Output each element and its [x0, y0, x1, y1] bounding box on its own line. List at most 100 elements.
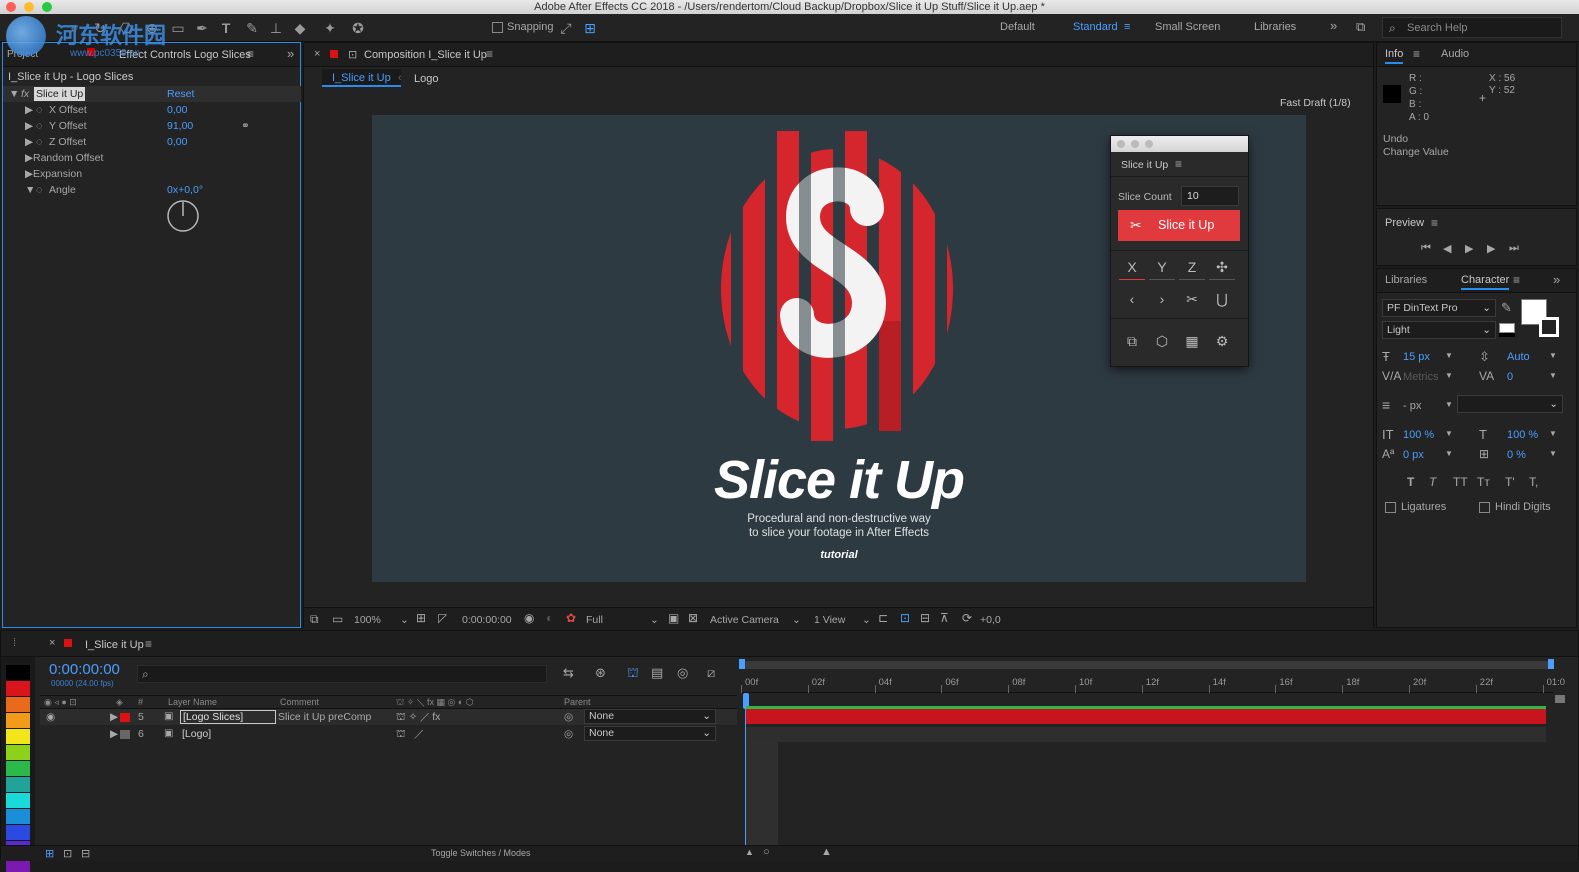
eraser-tool-icon[interactable]: ◆	[290, 18, 310, 38]
type-tool-icon[interactable]: T	[216, 18, 236, 38]
zoom-slider-handle[interactable]: ○	[763, 846, 770, 858]
label-color-swatch[interactable]	[6, 697, 30, 712]
camera-dropdown[interactable]: Active Camera	[710, 614, 779, 626]
plugin-panel-titlebar[interactable]	[1111, 136, 1248, 152]
comp-flow-icon[interactable]: ⇆	[563, 665, 574, 681]
eyedropper-icon[interactable]: ✎	[1501, 300, 1512, 316]
stopwatch-icon[interactable]: ◌	[36, 134, 42, 150]
workspace-libraries[interactable]: Libraries	[1254, 21, 1296, 33]
leading-value[interactable]: Auto	[1507, 351, 1530, 363]
plugin-close-button[interactable]	[1117, 140, 1125, 148]
layer-switches-toggle-icon[interactable]: ⊞	[45, 847, 54, 860]
expand-triangle-icon[interactable]: ▶	[25, 166, 33, 182]
transparency-grid-icon[interactable]: ⊠	[688, 611, 698, 625]
cube-icon[interactable]: ⬡	[1149, 328, 1175, 354]
timeline-tab[interactable]: I_Slice it Up	[85, 639, 144, 651]
parent-header[interactable]: Parent	[564, 696, 591, 709]
stopwatch-icon[interactable]: ◌	[36, 118, 42, 134]
always-preview-icon[interactable]: ⧉	[310, 612, 319, 627]
modes-toggle-icon[interactable]: ⊡	[63, 847, 72, 860]
pick-whip-icon[interactable]: ◎	[564, 709, 573, 725]
layer-name[interactable]: [Logo Slices]	[180, 710, 276, 724]
fast-previews-icon[interactable]: ⊡	[900, 611, 910, 625]
puppet-tool-icon[interactable]: ✪	[348, 18, 368, 38]
expand-panels-icon[interactable]: »	[287, 46, 294, 61]
table-row[interactable]: ▶ 6 ▣ [Logo] ⛫ ⟋ ◎ None ⌄	[40, 726, 737, 742]
ligatures-checkbox[interactable]	[1385, 502, 1396, 513]
zoom-out-icon[interactable]	[1555, 695, 1565, 703]
label-color-swatch[interactable]	[6, 713, 30, 728]
breadcrumb-item[interactable]: I_Slice it Up	[332, 72, 391, 84]
gear-icon[interactable]: ⚙	[1209, 328, 1235, 354]
zoom-out-mountain-icon[interactable]: ▲	[745, 847, 754, 857]
snap-grid-icon[interactable]: ⊞	[580, 18, 600, 38]
expand-panels-icon[interactable]: »	[1553, 272, 1560, 287]
layer-label-swatch[interactable]	[120, 713, 130, 722]
roto-brush-tool-icon[interactable]: ✦	[320, 18, 340, 38]
panel-menu-icon[interactable]: ≡	[486, 47, 493, 61]
close-window-button[interactable]	[6, 2, 16, 12]
table-row[interactable]: ◉ ▶ 5 ▣ [Logo Slices] Slice it Up preCom…	[40, 709, 737, 725]
fx-icon[interactable]: fx	[21, 86, 29, 102]
workspace-standard[interactable]: Standard	[1073, 21, 1118, 33]
magnet-icon[interactable]: ⋃	[1209, 286, 1235, 312]
snap-edges-icon[interactable]: ⤢	[556, 18, 576, 38]
view-layout-dropdown[interactable]: 1 View	[814, 614, 845, 626]
monitor-icon[interactable]: ▭	[332, 612, 343, 626]
tab-info[interactable]: Info	[1385, 48, 1404, 64]
region-of-interest-icon[interactable]: ▣	[668, 611, 679, 625]
effect-name[interactable]: Slice it Up	[34, 87, 86, 101]
parent-dropdown[interactable]: None ⌄	[584, 726, 716, 741]
label-color-swatch[interactable]	[6, 729, 30, 744]
clone-stamp-tool-icon[interactable]: ⊥	[266, 18, 286, 38]
layer-switches[interactable]: ⛫ ⟋	[396, 726, 423, 742]
stopwatch-icon[interactable]: ◌	[36, 182, 42, 198]
plugin-minimize-button[interactable]	[1131, 140, 1139, 148]
stroke-color-swatch[interactable]	[1539, 317, 1559, 337]
current-time-field[interactable]: 0:00:00:00	[462, 614, 512, 626]
prop-value-x-offset[interactable]: 0,00	[167, 102, 187, 118]
expand-triangle-icon[interactable]: ▶	[110, 726, 118, 742]
reset-exposure-icon[interactable]: ⟳	[962, 611, 972, 625]
tab-preview[interactable]: Preview	[1385, 217, 1424, 229]
zoom-in-mountain-icon[interactable]: ▲	[821, 846, 832, 858]
prop-group-expansion[interactable]: ▶ Expansion	[3, 166, 301, 182]
mask-icon[interactable]: ◸	[438, 611, 447, 625]
label-color-swatch[interactable]	[6, 665, 30, 680]
layer-duration-bar[interactable]	[746, 727, 1546, 742]
stopwatch-icon[interactable]: ◌	[36, 102, 42, 118]
label-color-swatch[interactable]	[6, 793, 30, 808]
zoom-level-dropdown[interactable]: 100%	[354, 614, 381, 626]
axis-z-button[interactable]: Z	[1179, 254, 1205, 280]
flowchart-icon[interactable]: ⊼	[940, 611, 949, 625]
last-frame-icon[interactable]: ⏭	[1509, 242, 1519, 255]
layer-name[interactable]: [Logo]	[182, 726, 211, 742]
show-snapshot-icon[interactable]: ◐	[546, 611, 553, 625]
tab-libraries[interactable]: Libraries	[1385, 274, 1427, 286]
expand-triangle-icon[interactable]: ▶	[25, 134, 33, 150]
faux-bold-button[interactable]: T	[1407, 475, 1414, 489]
effect-row-slice-it-up[interactable]: ▼ fx Slice it Up Reset	[3, 86, 301, 102]
horizontal-scale-value[interactable]: 100 %	[1507, 429, 1538, 441]
previous-button[interactable]: ‹	[1119, 286, 1145, 312]
link-icon[interactable]: ⚭	[241, 118, 250, 134]
panel-menu-icon[interactable]: ≡	[145, 637, 152, 651]
stroke-width-value[interactable]: - px	[1403, 400, 1421, 412]
label-color-swatch[interactable]	[6, 809, 30, 824]
panel-menu-icon[interactable]: ≡	[1513, 273, 1520, 287]
search-help-field[interactable]: ⌕ Search Help	[1382, 17, 1562, 38]
kerning-value[interactable]: Metrics	[1403, 371, 1438, 383]
stroke-style-dropdown[interactable]: ⌄	[1457, 395, 1563, 413]
motion-blur-icon[interactable]: ◎	[677, 665, 688, 681]
tsume-value[interactable]: 0 %	[1507, 449, 1526, 461]
tracking-value[interactable]: 0	[1507, 371, 1513, 383]
font-style-dropdown[interactable]: Light ⌄	[1382, 321, 1496, 339]
angle-dial[interactable]	[166, 199, 200, 233]
prop-value-z-offset[interactable]: 0,00	[167, 134, 187, 150]
snapping-checkbox[interactable]	[492, 22, 503, 33]
timeline-current-time[interactable]: 0:00:00:00	[49, 661, 120, 678]
fit-icon[interactable]: ⊞	[416, 611, 426, 625]
exposure-value[interactable]: +0,0	[980, 614, 1001, 626]
next-frame-icon[interactable]: ▶	[1487, 242, 1495, 255]
toggle-pixel-aspect-icon[interactable]: ⊏	[878, 611, 888, 625]
